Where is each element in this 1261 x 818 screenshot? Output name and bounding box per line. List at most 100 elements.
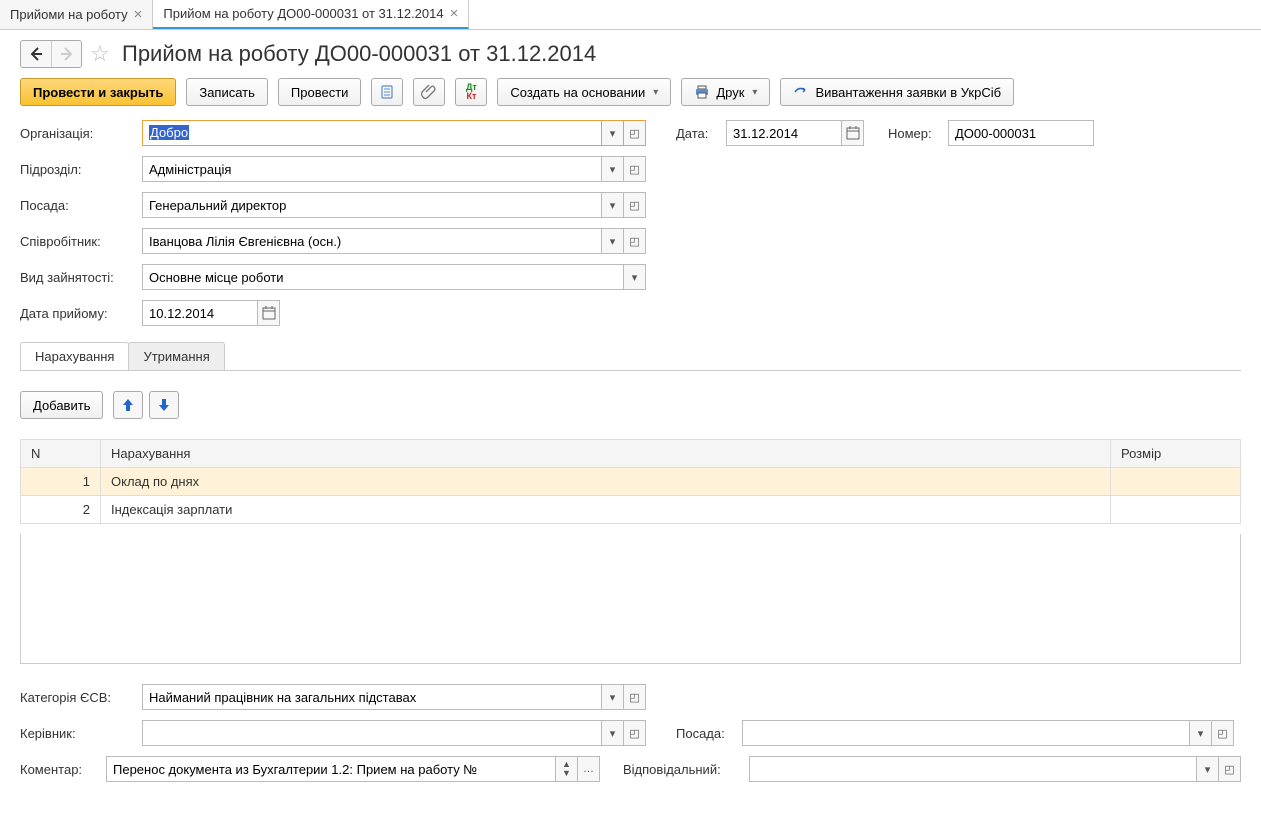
category-esv-input[interactable]: [142, 684, 602, 710]
create-based-label: Создать на основании: [510, 85, 645, 100]
chevron-down-icon: ▾: [752, 87, 757, 98]
hire-date-label: Дата прийому:: [20, 306, 136, 321]
number-input[interactable]: [948, 120, 1094, 146]
category-esv-label: Категорія ЄСВ:: [20, 690, 136, 705]
printer-icon: [694, 84, 710, 100]
position-input-group: ▾ ◰: [142, 192, 646, 218]
export-ukrsib-button[interactable]: Вивантаження заявки в УкрСіб: [780, 78, 1014, 106]
department-input-group: ▾ ◰: [142, 156, 646, 182]
col-accrual-header[interactable]: Нарахування: [101, 440, 1111, 468]
form-area: Організація: Добро ▾ ◰ Дата: Номер:: [20, 120, 1241, 782]
organization-label: Організація:: [20, 126, 136, 141]
open-button[interactable]: ◰: [624, 720, 646, 746]
comment-label: Коментар:: [20, 762, 100, 777]
organization-input-group: Добро ▾ ◰: [142, 120, 646, 146]
cell-n: 2: [21, 496, 101, 524]
category-esv-input-group: ▾ ◰: [142, 684, 646, 710]
employee-input[interactable]: [142, 228, 602, 254]
structure-button[interactable]: [371, 78, 403, 106]
dropdown-button[interactable]: ▾: [624, 264, 646, 290]
comment-input[interactable]: [106, 756, 556, 782]
close-icon[interactable]: ×: [450, 6, 459, 21]
manager-input-group: ▾ ◰: [142, 720, 646, 746]
dtkt-button[interactable]: ДтКт: [455, 78, 487, 106]
favorite-star-icon[interactable]: ☆: [90, 42, 114, 66]
dropdown-button[interactable]: ▾: [1190, 720, 1212, 746]
col-n-header[interactable]: N: [21, 440, 101, 468]
table-row[interactable]: 1 Оклад по днях: [21, 468, 1241, 496]
organization-input[interactable]: [142, 120, 602, 146]
ellipsis-button[interactable]: …: [578, 756, 600, 782]
position-input[interactable]: [142, 192, 602, 218]
number-input-group: [948, 120, 1094, 146]
calendar-icon: [261, 305, 277, 321]
accruals-table: N Нарахування Розмір 1 Оклад по днях 2 І…: [20, 439, 1241, 524]
move-down-button[interactable]: [149, 391, 179, 419]
calendar-button[interactable]: [842, 120, 864, 146]
open-button[interactable]: ◰: [624, 192, 646, 218]
paperclip-icon: [421, 84, 437, 100]
tab-hiring-document[interactable]: Прийом на роботу ДО00-000031 от 31.12.20…: [153, 0, 469, 29]
position2-input[interactable]: [742, 720, 1190, 746]
manager-label: Керівник:: [20, 726, 136, 741]
tab-accruals[interactable]: Нарахування: [20, 342, 129, 370]
comment-input-group: ▲▼ …: [106, 756, 600, 782]
post-button[interactable]: Провести: [278, 78, 362, 106]
post-and-close-button[interactable]: Провести и закрыть: [20, 78, 176, 106]
open-button[interactable]: ◰: [624, 156, 646, 182]
manager-input[interactable]: [142, 720, 602, 746]
arrow-up-icon: [120, 397, 136, 413]
print-label: Друк: [716, 85, 744, 100]
spinner-button[interactable]: ▲▼: [556, 756, 578, 782]
arrow-right-icon: [59, 46, 75, 62]
open-button[interactable]: ◰: [1212, 720, 1234, 746]
table-row[interactable]: 2 Індексація зарплати: [21, 496, 1241, 524]
cell-accrual: Індексація зарплати: [101, 496, 1111, 524]
attachments-button[interactable]: [413, 78, 445, 106]
tab-label: Прийоми на роботу: [10, 7, 128, 22]
open-button[interactable]: ◰: [1219, 756, 1241, 782]
title-row: ☆ Прийом на роботу ДО00-000031 от 31.12.…: [20, 40, 1241, 68]
department-label: Підрозділ:: [20, 162, 136, 177]
hire-date-input[interactable]: [142, 300, 258, 326]
tabs-bar: Прийоми на роботу × Прийом на роботу ДО0…: [0, 0, 1261, 30]
print-button[interactable]: Друк ▾: [681, 78, 770, 106]
employee-label: Співробітник:: [20, 234, 136, 249]
employment-type-input[interactable]: [142, 264, 624, 290]
responsible-input-group: ▾ ◰: [749, 756, 1241, 782]
dropdown-button[interactable]: ▾: [602, 720, 624, 746]
position2-input-group: ▾ ◰: [742, 720, 1234, 746]
calendar-button[interactable]: [258, 300, 280, 326]
employee-input-group: ▾ ◰: [142, 228, 646, 254]
number-label: Номер:: [888, 126, 942, 141]
position2-label: Посада:: [676, 726, 736, 741]
chevron-down-icon: ▾: [653, 87, 658, 98]
tab-deductions[interactable]: Утримання: [128, 342, 224, 370]
add-row-button[interactable]: Добавить: [20, 391, 103, 419]
date-input[interactable]: [726, 120, 842, 146]
department-input[interactable]: [142, 156, 602, 182]
dropdown-button[interactable]: ▾: [602, 156, 624, 182]
close-icon[interactable]: ×: [134, 7, 143, 22]
forward-button[interactable]: [51, 41, 81, 67]
dropdown-button[interactable]: ▾: [602, 228, 624, 254]
table-empty-area[interactable]: [20, 534, 1241, 664]
col-size-header[interactable]: Розмір: [1111, 440, 1241, 468]
open-button[interactable]: ◰: [624, 120, 646, 146]
open-button[interactable]: ◰: [624, 684, 646, 710]
open-button[interactable]: ◰: [624, 228, 646, 254]
table-toolbar: Добавить: [20, 391, 1241, 419]
cell-accrual: Оклад по днях: [101, 468, 1111, 496]
back-button[interactable]: [21, 41, 51, 67]
move-up-button[interactable]: [113, 391, 143, 419]
responsible-input[interactable]: [749, 756, 1197, 782]
create-based-button[interactable]: Создать на основании ▾: [497, 78, 671, 106]
dropdown-button[interactable]: ▾: [1197, 756, 1219, 782]
dropdown-button[interactable]: ▾: [602, 192, 624, 218]
tab-hiring-list[interactable]: Прийоми на роботу ×: [0, 0, 153, 29]
position-label: Посада:: [20, 198, 136, 213]
dropdown-button[interactable]: ▾: [602, 120, 624, 146]
dropdown-button[interactable]: ▾: [602, 684, 624, 710]
save-button[interactable]: Записать: [186, 78, 268, 106]
cell-size: [1111, 496, 1241, 524]
